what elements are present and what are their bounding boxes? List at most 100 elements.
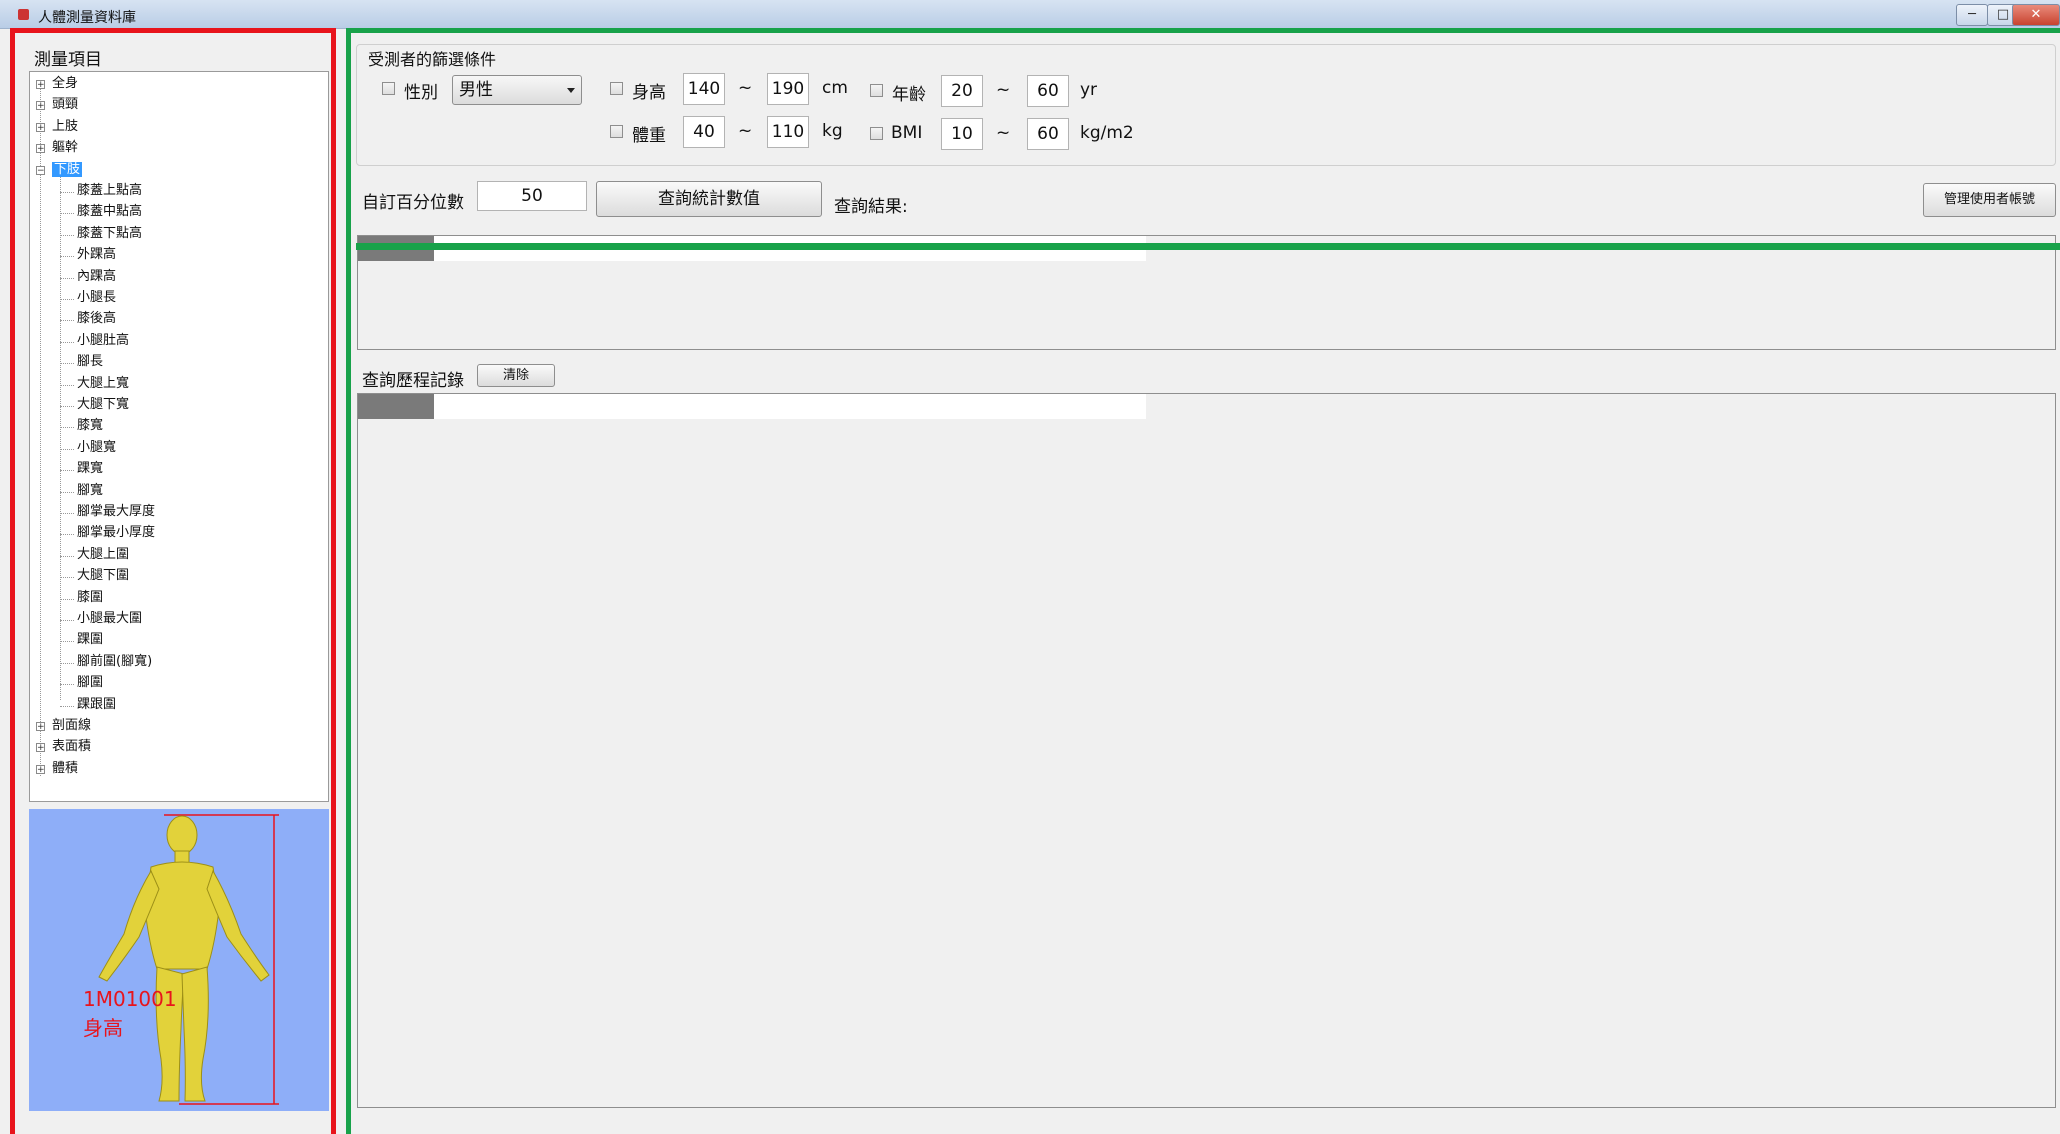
tree-branch-line xyxy=(60,299,74,300)
weight-min-input[interactable]: 40 xyxy=(683,116,725,148)
tree-branch-line xyxy=(60,555,74,557)
weight-max-input[interactable]: 110 xyxy=(767,116,809,148)
tree-child-item[interactable]: 大腿上圍 xyxy=(77,545,129,565)
tree-branch-line xyxy=(60,448,74,450)
window-title: 人體測量資料庫 xyxy=(38,10,136,26)
tree-branch-line xyxy=(60,256,74,258)
tree-child-item[interactable]: 腳前圍(腳寬) xyxy=(77,652,152,672)
measurement-tree[interactable]: + 全身 + 頭頸 + 上肢 + 軀幹 − 下肢 膝蓋上點高 膝蓋中點高 膝蓋下點高 外踝高 內踝高 小腿長膝… xyxy=(29,71,329,802)
tree-item[interactable]: + 軀幹 xyxy=(36,138,78,158)
query-stats-button[interactable]: 查詢統計數值 xyxy=(596,181,822,217)
tree-child-item[interactable]: 膝圍 xyxy=(77,588,103,608)
tree-item[interactable]: + 表面積 xyxy=(36,737,91,757)
tree-child-item[interactable]: 內踝高 xyxy=(77,267,116,287)
tree-branch-line xyxy=(60,513,74,514)
tree-branch-line xyxy=(60,491,74,493)
gender-select[interactable]: 男性 xyxy=(452,75,582,105)
history-panel[interactable] xyxy=(357,393,2056,1108)
tree-child-item[interactable]: 膝蓋下點高 xyxy=(77,224,142,244)
tree-child-item[interactable]: 踝寬 xyxy=(77,459,103,479)
bmi-tilde: ~ xyxy=(996,123,1011,143)
tree-item[interactable]: + 全身 xyxy=(36,74,78,94)
tree-branch-line xyxy=(60,363,74,365)
tree-branch-line xyxy=(60,384,74,386)
history-grid-row xyxy=(434,394,1146,419)
manage-users-button[interactable]: 管理使用者帳號 xyxy=(1923,183,2056,217)
weight-unit: kg xyxy=(822,121,843,141)
expand-icon[interactable]: + xyxy=(36,101,45,111)
clear-history-button[interactable]: 清除 xyxy=(477,364,555,387)
tree-item[interactable]: + 上肢 xyxy=(36,117,78,137)
bmi-unit: kg/m2 xyxy=(1080,123,1134,143)
tree-item[interactable]: + 頭頸 xyxy=(36,95,78,115)
age-label: 年齡 xyxy=(892,85,926,105)
tree-branch-line xyxy=(60,598,74,600)
height-min-input[interactable]: 140 xyxy=(683,73,725,105)
tree-child-item[interactable]: 小腿最大圍 xyxy=(77,609,142,629)
tree-child-item[interactable]: 小腿長 xyxy=(77,288,116,308)
tree-child-item[interactable]: 腳寬 xyxy=(77,481,103,501)
percentile-label: 自訂百分位數 xyxy=(362,193,464,213)
tree-child-item[interactable]: 大腿上寬 xyxy=(77,374,129,394)
tree-child-item[interactable]: 踝跟圍 xyxy=(77,695,116,715)
bmi-max-input[interactable]: 60 xyxy=(1027,118,1069,150)
tree-child-item[interactable]: 腳掌最大厚度 xyxy=(77,502,155,522)
tree-child-item[interactable]: 外踝高 xyxy=(77,245,116,265)
body-figure-icon xyxy=(98,814,279,1105)
tree-branch-line xyxy=(60,192,74,193)
expand-icon[interactable]: + xyxy=(36,764,45,774)
expand-icon[interactable]: + xyxy=(36,144,45,154)
tree-child-item[interactable]: 腳長 xyxy=(77,352,103,372)
age-checkbox[interactable] xyxy=(870,84,883,97)
sidebar-title: 測量項目 xyxy=(34,50,102,70)
close-button[interactable]: ✕ xyxy=(2012,4,2060,26)
tree-branch-line xyxy=(60,662,74,664)
percentile-input[interactable]: 50 xyxy=(477,181,587,211)
tree-child-item[interactable]: 膝寬 xyxy=(77,416,103,436)
weight-checkbox[interactable] xyxy=(610,125,623,138)
collapse-icon[interactable]: − xyxy=(36,165,45,175)
age-max-input[interactable]: 60 xyxy=(1027,75,1069,107)
tree-child-item[interactable]: 小腿肚高 xyxy=(77,331,129,351)
expand-icon[interactable]: + xyxy=(36,743,45,753)
tree-branch-line xyxy=(60,427,74,429)
title-bar: 人體測量資料庫 ─ □ ✕ xyxy=(0,0,2060,29)
expand-icon[interactable]: + xyxy=(36,722,45,732)
tree-child-item[interactable]: 膝蓋上點高 xyxy=(77,181,142,201)
figure-name-label: 身高 xyxy=(83,1016,123,1040)
tree-child-item[interactable]: 大腿下寬 xyxy=(77,395,129,415)
tree-item[interactable]: − 下肢 xyxy=(36,160,83,180)
result-panel[interactable] xyxy=(357,235,2056,350)
tree-item[interactable]: + 剖面線 xyxy=(36,716,91,736)
height-max-input[interactable]: 190 xyxy=(767,73,809,105)
tree-item-label: 剖面線 xyxy=(52,718,92,733)
height-label: 身高 xyxy=(632,83,666,103)
tree-child-item[interactable]: 小腿寬 xyxy=(77,438,116,458)
expand-icon[interactable]: + xyxy=(36,80,45,90)
history-grid-header-cell xyxy=(358,394,434,419)
expand-icon[interactable]: + xyxy=(36,122,45,132)
tree-item-label: 表面積 xyxy=(52,739,92,755)
height-tilde: ~ xyxy=(738,78,753,98)
tree-item-label: 全身 xyxy=(52,76,79,91)
gender-select-value: 男性 xyxy=(459,80,493,100)
age-min-input[interactable]: 20 xyxy=(941,75,983,107)
bmi-min-input[interactable]: 10 xyxy=(941,118,983,150)
tree-item-label: 體積 xyxy=(52,760,79,776)
height-checkbox[interactable] xyxy=(610,82,623,95)
gender-checkbox[interactable] xyxy=(382,82,395,95)
weight-tilde: ~ xyxy=(738,121,753,141)
chevron-down-icon xyxy=(567,88,575,93)
bmi-label: BMI xyxy=(891,123,923,143)
tree-child-item[interactable]: 腳圍 xyxy=(77,673,103,693)
tree-child-item[interactable]: 腳掌最小厚度 xyxy=(77,523,155,543)
bmi-checkbox[interactable] xyxy=(870,127,883,140)
filters-groupbox xyxy=(356,44,2056,166)
tree-child-item[interactable]: 膝蓋中點高 xyxy=(77,202,142,222)
tree-branch-line xyxy=(60,577,74,579)
minimize-button[interactable]: ─ xyxy=(1956,4,1988,26)
tree-child-item[interactable]: 膝後高 xyxy=(77,309,116,329)
tree-item[interactable]: + 體積 xyxy=(36,759,78,779)
tree-child-item[interactable]: 大腿下圍 xyxy=(77,566,129,586)
tree-child-item[interactable]: 踝圍 xyxy=(77,630,103,650)
